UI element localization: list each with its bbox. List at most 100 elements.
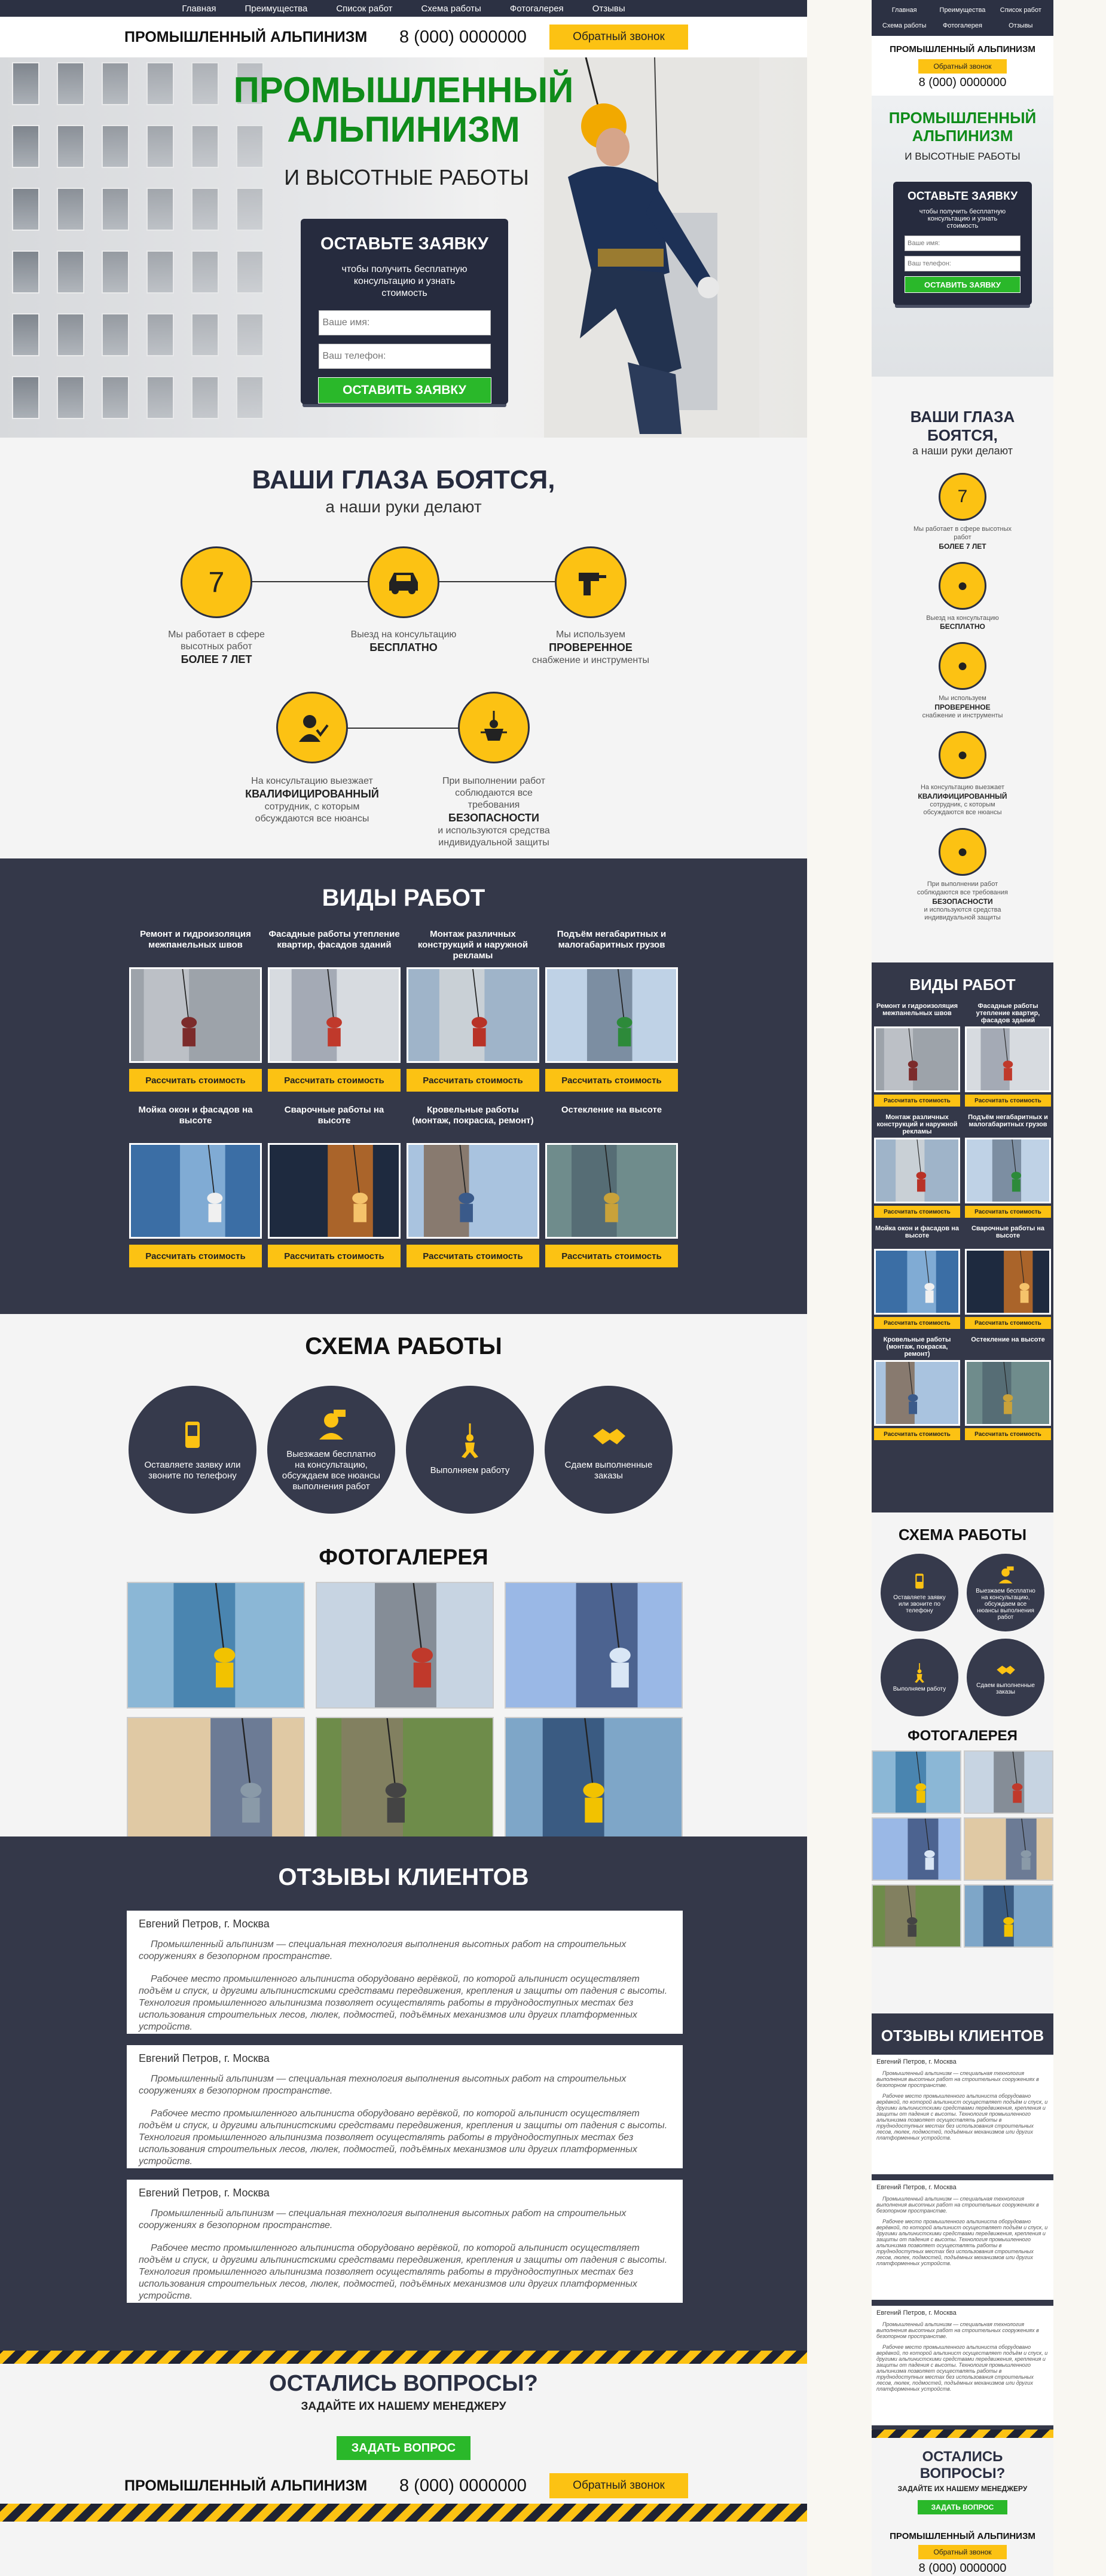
building-window [236, 250, 264, 294]
m-feature-main: На консультацию выезжает [920, 783, 1004, 791]
expert-icon: ● [957, 744, 968, 765]
feature-circle-2 [368, 546, 439, 618]
scheme-step-text: Сдаем выполненные заказы [564, 1460, 653, 1481]
gallery-item[interactable] [505, 1717, 683, 1844]
m-review-card: Евгений Петров, г. Москва Промышленный ал… [872, 2306, 1053, 2425]
calculate-price-button[interactable]: Рассчитать стоимость [129, 1069, 262, 1092]
m-phone[interactable]: 8 (000) 0000000 [872, 76, 1053, 90]
m-calculate-button[interactable]: Рассчитать стоимость [965, 1095, 1051, 1107]
m-hero-title: Промышленный альпинизм [872, 109, 1053, 145]
m-gallery-title: Фотогалерея [908, 1728, 1018, 1744]
calculate-price-button[interactable]: Рассчитать стоимость [407, 1069, 539, 1092]
work-photo-frame [129, 967, 262, 1063]
m-review-card: Евгений Петров, г. Москва Промышленный ал… [872, 2055, 1053, 2174]
m-review-card: Евгений Петров, г. Москва Промышленный ал… [872, 2180, 1053, 2300]
nav-advantages[interactable]: Преимущества [245, 4, 307, 14]
building-window [236, 313, 264, 356]
m-gallery-item[interactable] [872, 1884, 961, 1948]
footer-phone[interactable]: 8 (000) 0000000 [399, 2476, 545, 2496]
phone-input[interactable] [318, 344, 491, 369]
work-photo-frame [129, 1143, 262, 1239]
calculate-price-button[interactable]: Рассчитать стоимость [407, 1245, 539, 1267]
calculate-price-button[interactable]: Рассчитать стоимость [545, 1069, 678, 1092]
handshake-icon [593, 1429, 625, 1444]
m-feature-item: ● На консультацию выезжает квалифицированн… [872, 731, 1053, 817]
phone-icon [915, 1573, 924, 1588]
gallery-photo-1 [128, 1583, 304, 1707]
m-reviews-title: Отзывы клиентов [881, 2027, 1044, 2045]
work-photo-frame [268, 967, 401, 1063]
m-form-title: Оставьте заявку [907, 190, 1018, 203]
m-nav-home[interactable]: Главная [876, 7, 932, 14]
consultant-icon [319, 1410, 346, 1440]
m-gallery-item[interactable] [872, 1817, 961, 1881]
m-nav-scheme[interactable]: Схема работы [876, 22, 932, 29]
m-calculate-button[interactable]: Рассчитать стоимость [965, 1317, 1051, 1329]
calculate-price-button[interactable]: Рассчитать стоимость [268, 1245, 401, 1267]
m-footer-callback[interactable]: Обратный звонок [918, 2545, 1007, 2559]
m-submit-button[interactable]: Оставить заявку [905, 276, 1021, 293]
nav-home[interactable]: Главная [182, 4, 216, 14]
work-photo-frame [545, 967, 678, 1063]
m-gallery: Фотогалерея [872, 1728, 1053, 2013]
gallery-item[interactable] [127, 1582, 305, 1709]
m-feature-bold: безопасности [932, 897, 993, 906]
request-form: Оставьте заявку чтобы получить бесплатну… [301, 219, 508, 404]
callback-button[interactable]: Обратный звонок [549, 25, 688, 50]
nav-works[interactable]: Список работ [336, 4, 392, 14]
hero-title-line1: Промышленный [233, 70, 574, 110]
m-gallery-item[interactable] [964, 1817, 1053, 1881]
m-calculate-button[interactable]: Рассчитать стоимость [874, 1317, 960, 1329]
hero-title-line2: альпинизм [287, 109, 520, 149]
gallery-item[interactable] [127, 1717, 305, 1844]
submit-request-button[interactable]: Оставить заявку [317, 377, 491, 404]
ask-question-button[interactable]: Задать вопрос [337, 2436, 470, 2460]
nav-gallery[interactable]: Фотогалерея [510, 4, 564, 14]
m-gallery-item[interactable] [964, 1884, 1053, 1948]
m-nav-reviews[interactable]: Отзывы [993, 22, 1049, 29]
m-ask-button[interactable]: Задать вопрос [918, 2500, 1007, 2514]
features-title: Ваши глаза боятся, [252, 465, 555, 494]
m-calculate-button[interactable]: Рассчитать стоимость [874, 1206, 960, 1218]
m-footer-phone[interactable]: 8 (000) 0000000 [872, 2562, 1053, 2575]
m-calculate-button[interactable]: Рассчитать стоимость [874, 1095, 960, 1107]
name-input[interactable] [318, 310, 491, 335]
m-callback-button[interactable]: Обратный звонок [918, 59, 1007, 74]
consultant-icon [998, 1566, 1014, 1584]
m-calculate-button[interactable]: Рассчитать стоимость [965, 1428, 1051, 1440]
m-feature-main: Выезд на консультацию [926, 614, 999, 622]
footer-callback-button[interactable]: Обратный звонок [549, 2473, 688, 2498]
m-gallery-item[interactable] [964, 1750, 1053, 1814]
nav-scheme[interactable]: Схема работы [421, 4, 481, 14]
m-nav-advantages[interactable]: Преимущества [934, 7, 990, 14]
m-hero-title-1: Промышленный [888, 109, 1037, 127]
m-nav-gallery[interactable]: Фотогалерея [934, 22, 990, 29]
gallery-item[interactable] [316, 1717, 494, 1844]
m-name-input[interactable] [905, 236, 1021, 251]
m-scheme-step: Сдаем выполненные заказы [967, 1639, 1044, 1716]
m-calculate-button[interactable]: Рассчитать стоимость [965, 1206, 1051, 1218]
calculate-price-button[interactable]: Рассчитать стоимость [129, 1245, 262, 1267]
m-phone-input[interactable] [905, 256, 1021, 271]
gallery-item[interactable] [505, 1582, 683, 1709]
hazard-stripe-bottom [0, 2504, 807, 2522]
review-text: Промышленный альпинизм — специальная тех… [139, 1939, 627, 1961]
reviewer-name: Евгений Петров, г. Москва [139, 2052, 270, 2064]
calculate-price-button[interactable]: Рассчитать стоимость [268, 1069, 401, 1092]
m-work-photo-frame [965, 1249, 1051, 1315]
m-gallery-item[interactable] [872, 1750, 961, 1814]
m-work-photo-frame [965, 1026, 1051, 1092]
work-title: Ремонт и гидроизоляция межпанельных швов [140, 929, 251, 950]
glazing-photo [967, 1362, 1049, 1424]
window-washing-photo [131, 1145, 260, 1237]
nav-reviews[interactable]: Отзывы [592, 4, 625, 14]
m-nav-works[interactable]: Список работ [993, 7, 1049, 14]
work-title: Сварочные работы на высоте [284, 1105, 384, 1126]
m-questions: Остались вопросы? Задайте их нашему мене… [872, 2438, 1053, 2526]
gallery-item[interactable] [316, 1582, 494, 1709]
header-phone[interactable]: 8 (000) 0000000 [399, 27, 545, 47]
calculate-price-button[interactable]: Рассчитать стоимость [545, 1245, 678, 1267]
building-window [236, 376, 264, 419]
m-calculate-button[interactable]: Рассчитать стоимость [874, 1428, 960, 1440]
building-window [191, 250, 219, 294]
